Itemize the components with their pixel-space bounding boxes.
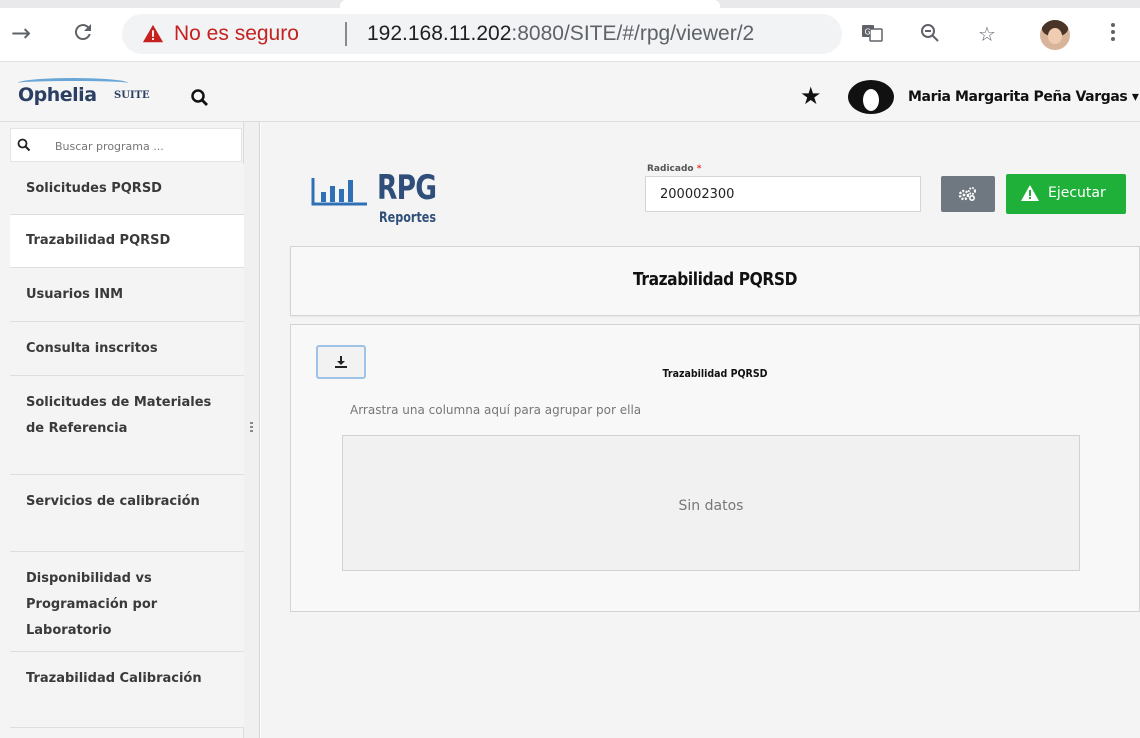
caret-down-icon: ▾ [1131,89,1139,105]
sidebar-item-servicios-calibracion[interactable]: Servicios de calibración [10,475,244,552]
program-search-input[interactable] [55,135,235,157]
browser-toolbar: → No es seguro 192.168.11.202:8080/SITE/… [0,0,1140,62]
zoom-icon[interactable] [918,22,942,46]
sidebar-item-label: Usuarios INM [26,287,124,302]
download-icon [335,356,347,368]
radicado-label-text: Radicado [647,164,694,174]
settings-button[interactable] [941,176,995,212]
required-mark: * [696,164,702,174]
grid-title: Trazabilidad PQRSD [662,367,768,380]
program-search [10,128,242,162]
sidebar-item-solicitudes-pqrsd[interactable]: Solicitudes PQRSD [10,164,244,215]
report-title-panel: Trazabilidad PQRSD [290,246,1140,316]
sidebar-item-trazabilidad-calibracion[interactable]: Trazabilidad Calibración [10,652,244,728]
sidebar-item-label: Disponibilidad vs Programación por Labor… [26,571,158,638]
forward-icon[interactable]: → [8,20,34,46]
menu-icon[interactable] [1108,20,1118,48]
favorites-star-icon[interactable]: ★ [800,84,822,108]
search-icon[interactable] [190,88,210,108]
run-button-label: Ejecutar [1048,185,1106,201]
logo-main-text: Ophelia [18,84,97,106]
radicado-label: Radicado * [647,164,701,174]
sidebar-resize-handle[interactable] [244,122,260,738]
grip-icon [250,422,253,434]
profile-avatar[interactable] [1040,20,1070,50]
radicado-input[interactable] [645,176,921,212]
user-avatar-icon[interactable] [848,80,894,114]
address-bar[interactable]: No es seguro 192.168.11.202:8080/SITE/#/… [122,14,842,54]
bar-chart-icon [311,178,367,206]
gears-icon [958,187,976,202]
group-drop-zone[interactable]: Arrastra una columna aquí para agrupar p… [350,403,641,417]
sidebar-item-materiales-referencia[interactable]: Solicitudes de Materiales de Referencia [10,376,244,475]
url-host: 192.168.11.202 [367,22,512,45]
report-grid-panel: Trazabilidad PQRSD Arrastra una columna … [290,324,1140,612]
user-name: Maria Margarita Peña Vargas [908,89,1128,105]
ophelia-logo[interactable]: Ophelia SUITE [18,78,158,112]
rpg-title: RPG [377,168,437,208]
data-grid: Sin datos [342,435,1080,571]
report-title: Trazabilidad PQRSD [632,269,798,290]
bookmark-star-icon[interactable]: ☆ [975,22,999,46]
url-text[interactable]: 192.168.11.202:8080/SITE/#/rpg/viewer/2 [367,22,754,46]
sidebar: Solicitudes PQRSD Trazabilidad PQRSD Usu… [0,122,244,738]
sidebar-item-label: Consulta inscritos [26,341,158,356]
address-separator [345,22,347,46]
search-icon [17,138,31,152]
main-content: RPG Reportes Radicado * Ejecutar Trazabi… [261,122,1140,738]
warning-icon [142,24,164,43]
empty-state-text: Sin datos [678,498,744,514]
app-header: Ophelia SUITE ★ Maria Margarita Peña Var… [0,62,1140,122]
warning-icon [1021,185,1039,201]
security-label[interactable]: No es seguro [174,22,299,46]
logo-suite-text: SUITE [114,90,150,101]
rpg-logo: RPG Reportes [311,164,491,234]
sidebar-item-label: Trazabilidad PQRSD [26,233,171,248]
sidebar-item-label: Trazabilidad Calibración [26,671,202,686]
active-tab[interactable] [340,0,720,8]
sidebar-item-disponibilidad[interactable]: Disponibilidad vs Programación por Labor… [10,552,244,652]
run-button[interactable]: Ejecutar [1006,174,1126,214]
reload-icon[interactable] [70,20,96,46]
sidebar-item-label: Solicitudes PQRSD [26,181,162,196]
url-path: :8080/SITE/#/rpg/viewer/2 [511,22,755,45]
user-menu[interactable]: Maria Margarita Peña Vargas ▾ [908,89,1139,105]
tab-strip [0,0,1140,8]
sidebar-item-label: Servicios de calibración [26,494,200,509]
sidebar-item-trazabilidad-pqrsd[interactable]: Trazabilidad PQRSD [10,215,244,268]
svg-text:G: G [865,28,871,37]
sidebar-item-label: Solicitudes de Materiales de Referencia [26,395,212,436]
sidebar-item-consulta-inscritos[interactable]: Consulta inscritos [10,322,244,376]
program-list: Solicitudes PQRSD Trazabilidad PQRSD Usu… [10,164,244,728]
rpg-subtitle: Reportes [379,210,437,226]
translate-icon[interactable]: G [860,22,884,46]
sidebar-item-usuarios-inm[interactable]: Usuarios INM [10,268,244,322]
